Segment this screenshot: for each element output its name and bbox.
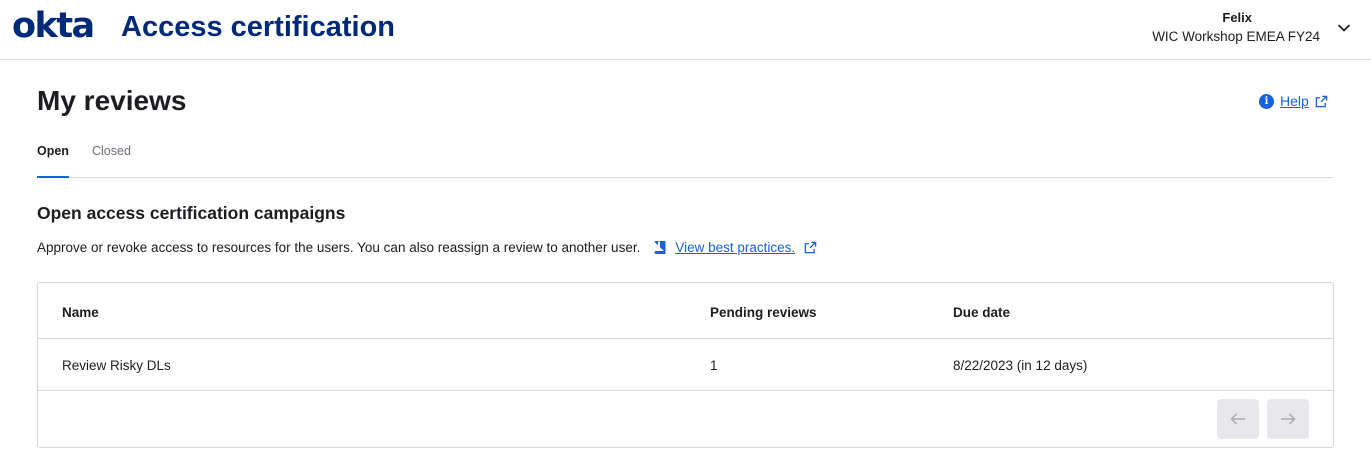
book-icon <box>654 241 666 254</box>
external-link-icon <box>1315 95 1328 107</box>
tab-closed[interactable]: Closed <box>92 144 131 178</box>
top-bar: okta Access certification Felix WIC Work… <box>0 0 1371 60</box>
section-title: Open access certification campaigns <box>37 203 346 223</box>
pending-reviews-count: 1 <box>710 358 718 373</box>
table-row[interactable]: Review Risky DLs 1 8/22/2023 (in 12 days… <box>38 339 1333 391</box>
previous-page-button[interactable] <box>1217 399 1259 439</box>
column-header-name[interactable]: Name <box>62 305 99 320</box>
campaigns-table: Name Pending reviews Due date Review Ris… <box>37 282 1334 448</box>
column-header-due-date[interactable]: Due date <box>953 305 1010 320</box>
info-icon: i <box>1259 93 1274 109</box>
user-org[interactable]: WIC Workshop EMEA FY24 <box>1152 29 1320 44</box>
section-description: Approve or revoke access to resources fo… <box>37 240 641 255</box>
arrow-left-icon <box>1230 413 1245 425</box>
help-label[interactable]: Help <box>1280 93 1309 109</box>
section-description-row: Approve or revoke access to resources fo… <box>37 240 817 255</box>
table-header-row: Name Pending reviews Due date <box>38 283 1333 339</box>
tab-open[interactable]: Open <box>37 144 69 178</box>
campaign-name[interactable]: Review Risky DLs <box>62 358 171 373</box>
app-title: Access certification <box>121 11 396 43</box>
okta-logo[interactable]: okta <box>12 6 95 46</box>
arrow-right-icon <box>1281 413 1296 425</box>
next-page-button[interactable] <box>1267 399 1309 439</box>
chevron-down-icon[interactable] <box>1336 20 1352 36</box>
external-link-icon[interactable] <box>804 241 817 254</box>
help-link[interactable]: i Help <box>1259 93 1328 109</box>
due-date: 8/22/2023 (in 12 days) <box>953 358 1088 373</box>
page-title: My reviews <box>37 85 187 116</box>
view-best-practices-link[interactable]: View best practices. <box>675 240 795 255</box>
column-header-pending-reviews[interactable]: Pending reviews <box>710 305 817 320</box>
user-name[interactable]: Felix <box>1222 10 1252 25</box>
tab-bar: Open Closed <box>37 140 1334 178</box>
